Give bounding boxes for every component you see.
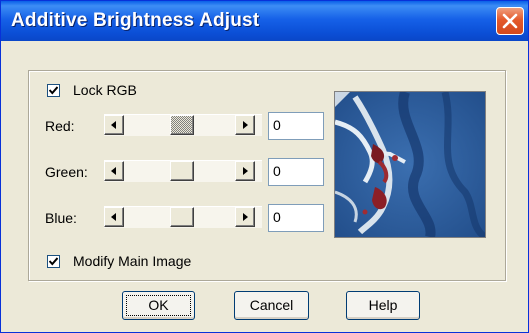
checkmark-icon: [49, 257, 58, 266]
red-label: Red:: [45, 118, 75, 134]
green-slider-thumb[interactable]: [170, 161, 194, 181]
lock-rgb-checkbox[interactable]: [47, 84, 60, 97]
green-decrease-button[interactable]: [104, 161, 124, 181]
arrow-right-icon: [243, 167, 248, 175]
green-label: Green:: [45, 164, 88, 180]
green-increase-button[interactable]: [235, 161, 255, 181]
red-value-field[interactable]: 0: [268, 112, 324, 140]
lock-rgb-label: Lock RGB: [73, 82, 137, 98]
red-slider-thumb[interactable]: [170, 115, 194, 135]
blue-slider-thumb[interactable]: [170, 207, 194, 227]
blue-slider[interactable]: [104, 206, 262, 228]
green-value-field[interactable]: 0: [268, 158, 324, 186]
preview-image: [334, 91, 486, 238]
arrow-left-icon: [111, 213, 116, 221]
arrow-left-icon: [111, 121, 116, 129]
blue-decrease-button[interactable]: [104, 207, 124, 227]
checkmark-icon: [49, 86, 58, 95]
red-slider[interactable]: [104, 114, 262, 136]
close-icon: [502, 13, 518, 29]
cancel-button[interactable]: Cancel: [234, 291, 309, 320]
red-decrease-button[interactable]: [104, 115, 124, 135]
blue-label: Blue:: [45, 210, 77, 226]
blue-increase-button[interactable]: [235, 207, 255, 227]
blue-value-field[interactable]: 0: [268, 204, 324, 232]
arrow-right-icon: [243, 121, 248, 129]
arrow-left-icon: [111, 167, 116, 175]
red-increase-button[interactable]: [235, 115, 255, 135]
close-button[interactable]: [496, 7, 524, 35]
help-button[interactable]: Help: [346, 291, 420, 320]
ok-button[interactable]: OK: [122, 291, 195, 320]
dialog-window: Additive Brightness Adjust Lock RGB Red:…: [0, 0, 529, 333]
green-slider[interactable]: [104, 160, 262, 182]
modify-main-image-checkbox[interactable]: [47, 255, 60, 268]
window-title: Additive Brightness Adjust: [11, 10, 260, 31]
modify-main-image-label: Modify Main Image: [73, 253, 192, 269]
title-bar[interactable]: Additive Brightness Adjust: [1, 1, 528, 41]
arrow-right-icon: [243, 213, 248, 221]
